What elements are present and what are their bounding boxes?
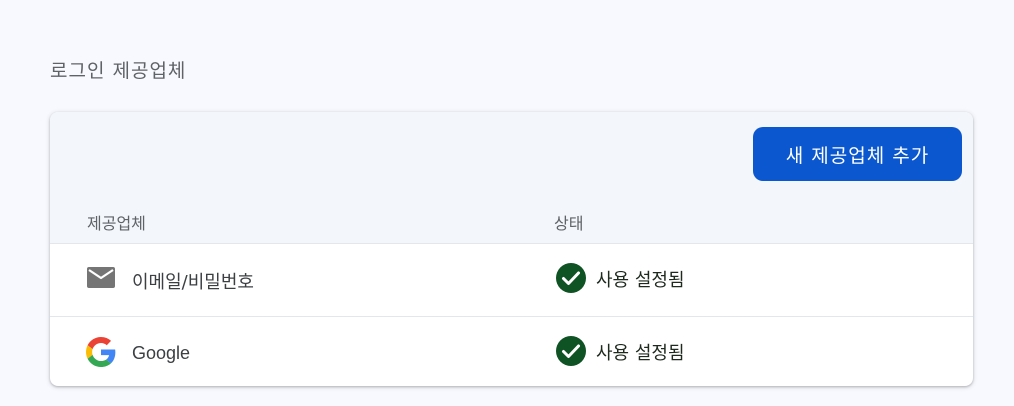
column-header-provider: 제공업체	[87, 214, 146, 233]
provider-name: 이메일/비밀번호	[132, 272, 254, 293]
table-row[interactable]: Google 사용 설정됨	[50, 317, 973, 386]
section-title: 로그인 제공업체	[50, 60, 187, 82]
status-text: 사용 설정됨	[596, 343, 685, 364]
mail-icon	[86, 264, 116, 294]
provider-table-card: 새 제공업체 추가 제공업체 상태 이메일/비밀번호 사용 설정됨 Google…	[50, 112, 973, 386]
google-logo-icon	[86, 337, 116, 367]
check-circle-icon	[555, 335, 587, 367]
add-provider-button[interactable]: 새 제공업체 추가	[753, 127, 962, 181]
table-header: 새 제공업체 추가 제공업체 상태	[50, 112, 973, 244]
provider-name: Google	[132, 343, 191, 363]
column-header-status: 상태	[554, 214, 584, 233]
check-circle-icon	[555, 262, 587, 294]
table-row[interactable]: 이메일/비밀번호 사용 설정됨	[50, 244, 973, 317]
status-text: 사용 설정됨	[596, 270, 685, 291]
